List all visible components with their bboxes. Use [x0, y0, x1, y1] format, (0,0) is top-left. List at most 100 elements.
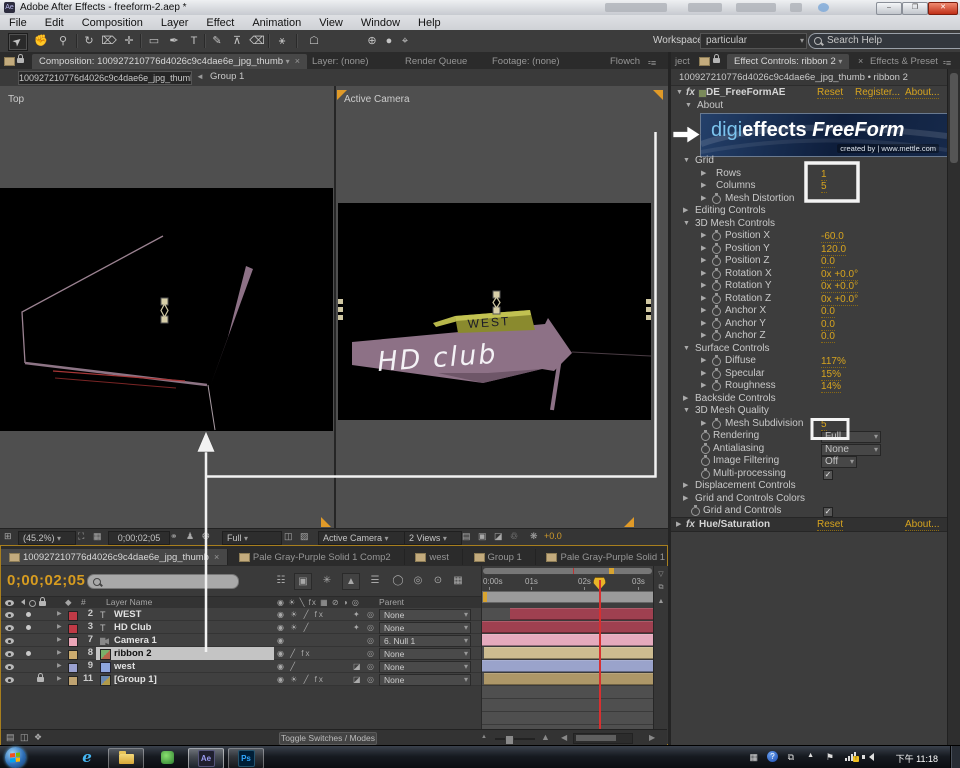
pickwhip-icon[interactable]: ◎	[367, 647, 374, 660]
parameter-value[interactable]: 0x +0.0°	[821, 269, 858, 281]
solo-column-icon[interactable]	[29, 600, 36, 607]
stopwatch-icon[interactable]	[691, 507, 700, 516]
eye-icon[interactable]	[5, 677, 14, 683]
scrollbar-thumb[interactable]	[576, 735, 616, 741]
comp-marker-icon[interactable]: ▽	[654, 570, 668, 578]
pickwhip-icon[interactable]: ◎	[367, 673, 374, 686]
timeline-tab[interactable]: Group 1	[466, 549, 536, 565]
disclosure-triangle[interactable]	[701, 268, 706, 281]
help-icon[interactable]: ?	[767, 751, 778, 762]
parameter-value[interactable]: 0.0	[821, 319, 835, 331]
close-icon[interactable]: ×	[214, 552, 219, 562]
layer-row[interactable]: ▶ 7 Camera 1 ◉ ◎ 6. Null 1▾	[1, 634, 481, 647]
checkbox[interactable]: ✓	[823, 507, 833, 517]
solo-icon[interactable]	[26, 664, 31, 669]
stopwatch-icon[interactable]	[712, 332, 721, 341]
effect-parameter-row[interactable]: Backside Controls	[671, 393, 960, 406]
tray-app-icon[interactable]: ⧉	[788, 752, 794, 763]
disclosure-triangle[interactable]	[701, 368, 706, 381]
layer-switch-extra[interactable]: ✦	[353, 608, 360, 621]
expand-inout-icon[interactable]: ❖	[34, 732, 42, 743]
label-color-swatch[interactable]	[68, 676, 78, 686]
start-button[interactable]	[5, 747, 26, 768]
resolution-dropdown[interactable]: Full ▾	[222, 531, 282, 545]
breadcrumb-group[interactable]: Group 1	[210, 71, 244, 82]
panel-menu-icon[interactable]: ⹀≡	[648, 56, 656, 69]
stopwatch-icon[interactable]	[712, 382, 721, 391]
stopwatch-icon[interactable]	[701, 470, 710, 479]
stopwatch-icon[interactable]	[712, 420, 721, 429]
parent-dropdown[interactable]: None▾	[379, 622, 471, 634]
effect-parameter-row[interactable]: Rotation Y 0x +0.0°	[671, 280, 960, 293]
flowchart-icon[interactable]: ♲	[510, 531, 518, 542]
layer-row[interactable]: ▶ 3 HD Club ◉ ☀ ╱ ✦ ◎ None▾	[1, 621, 481, 634]
menu-view[interactable]: View	[310, 15, 352, 31]
work-area-start-handle[interactable]	[483, 592, 487, 602]
effect-parameter-row[interactable]: Specular 15%	[671, 368, 960, 381]
graph-editor-icon[interactable]: ⊙	[430, 573, 446, 588]
scroll-left-icon[interactable]: ◀	[561, 733, 567, 742]
workspace-dropdown[interactable]: particular▾	[700, 33, 807, 49]
channels-icon[interactable]: ❂	[202, 531, 210, 542]
layer-duration-bar[interactable]	[510, 608, 654, 620]
effect-parameter-row[interactable]: Roughness 14%	[671, 380, 960, 393]
effect-parameter-row[interactable]: Image Filtering Off	[671, 455, 960, 468]
clock[interactable]: 下午 11:18	[896, 752, 938, 765]
parameter-value[interactable]: 14%	[821, 381, 841, 393]
selection-tool[interactable]: ➤	[8, 33, 28, 51]
disclosure-triangle[interactable]	[683, 405, 690, 418]
tab-effects-presets[interactable]: Effects & Preset	[863, 54, 945, 69]
timeline-graph[interactable]: 0:00s 01s 02s 03s	[481, 566, 654, 744]
layer-name-cell[interactable]: [Group 1]	[96, 673, 274, 686]
disclosure-triangle[interactable]	[683, 205, 688, 218]
effect-parameter-row[interactable]: Columns 5	[671, 180, 960, 193]
reset-link[interactable]: Reset	[817, 87, 843, 99]
disclosure-triangle[interactable]: ▼	[685, 102, 692, 109]
timeline-zoom-slider[interactable]	[495, 738, 535, 740]
expand-arrow-icon[interactable]: ▶	[57, 660, 62, 673]
toggle-switches-modes-button[interactable]: Toggle Switches / Modes	[279, 732, 377, 745]
layer-row[interactable]: ▶ 9 west ◉ ╱ ◪ ◎ None▾	[1, 660, 481, 673]
stopwatch-icon[interactable]	[712, 257, 721, 266]
layer-duration-bar[interactable]	[482, 660, 654, 672]
timeline-scroll-column[interactable]: ▽ ⧉ ▲	[653, 566, 668, 744]
pin-tool[interactable]: ☖	[305, 33, 323, 49]
current-time-indicator-line[interactable]	[599, 580, 601, 744]
top-view-comp[interactable]	[0, 188, 333, 431]
label-color-swatch[interactable]	[68, 624, 78, 634]
disclosure-triangle[interactable]	[701, 380, 706, 393]
navigator-end-marker[interactable]	[609, 568, 614, 574]
stopwatch-icon[interactable]	[712, 320, 721, 329]
parameter-value[interactable]: 120.0	[821, 244, 846, 256]
parent-dropdown[interactable]: None▾	[379, 674, 471, 686]
effect-parameter-row[interactable]: Anchor Z 0.0	[671, 330, 960, 343]
audio-column-icon[interactable]	[18, 599, 25, 605]
exposure-icon[interactable]: ❋	[530, 531, 538, 542]
effect-parameter-row[interactable]: Diffuse 117%	[671, 355, 960, 368]
rotate-tool[interactable]: ↻	[80, 33, 98, 49]
effect-parameter-row[interactable]: Rotation X 0x +0.0°	[671, 268, 960, 281]
disclosure-triangle[interactable]	[683, 493, 688, 506]
time-navigator[interactable]	[483, 568, 652, 574]
taskbar-explorer[interactable]	[108, 748, 144, 768]
taskbar-ie[interactable]: e	[70, 748, 104, 767]
disclosure-triangle[interactable]	[701, 193, 706, 206]
effect-parameter-row[interactable]: 3D Mesh Controls	[671, 218, 960, 231]
stopwatch-icon[interactable]	[712, 282, 721, 291]
zoom-tool[interactable]: ⚲	[54, 33, 72, 49]
eye-icon[interactable]	[5, 625, 14, 631]
parent-dropdown[interactable]: None▾	[379, 609, 471, 621]
network-icon[interactable]: !	[845, 753, 856, 761]
disclosure-triangle[interactable]	[683, 480, 688, 493]
menu-edit[interactable]: Edit	[36, 15, 73, 31]
expand-arrow-icon[interactable]: ▶	[57, 647, 62, 660]
tab-project-partial[interactable]: ject	[671, 54, 694, 69]
hand-tool[interactable]: ✊	[32, 33, 50, 49]
layer-name-cell[interactable]: west	[96, 660, 274, 673]
effect-parameter-row[interactable]: Surface Controls	[671, 343, 960, 356]
region-of-interest-icon[interactable]: ◫	[284, 531, 293, 542]
disclosure-triangle[interactable]	[701, 418, 706, 431]
layer-name-cell[interactable]: ribbon 2	[96, 647, 274, 660]
time-ruler[interactable]: 0:00s 01s 02s 03s	[482, 575, 654, 592]
timeline-button-icon[interactable]: ◪	[494, 531, 503, 542]
